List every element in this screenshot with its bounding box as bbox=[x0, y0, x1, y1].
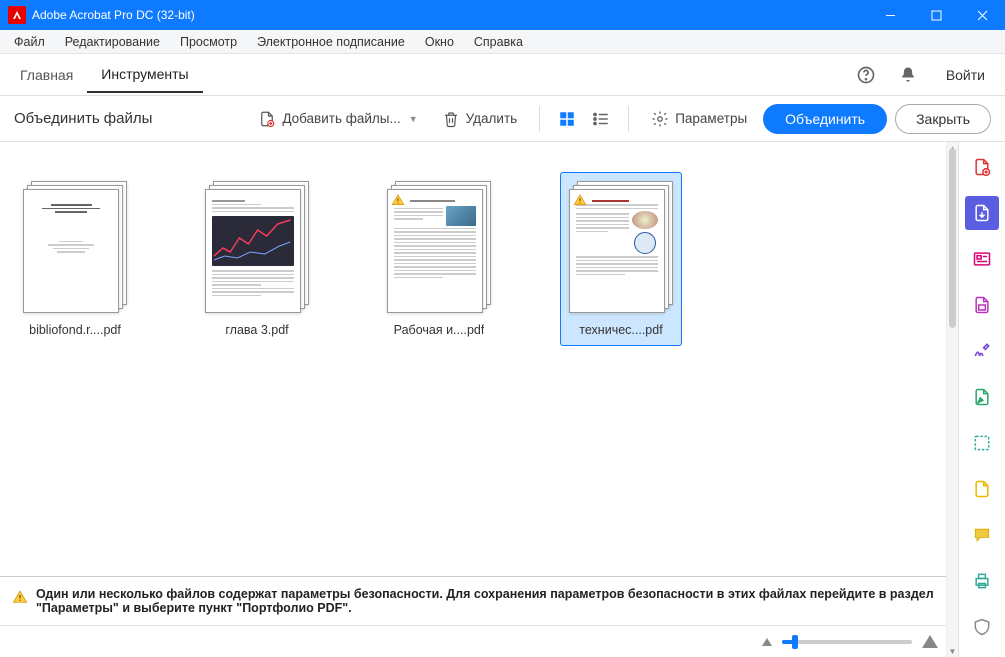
options-label: Параметры bbox=[675, 111, 747, 126]
edit-pdf-icon[interactable] bbox=[965, 242, 999, 276]
add-files-button[interactable]: Добавить файлы... ▼ bbox=[250, 105, 425, 133]
add-files-label: Добавить файлы... bbox=[282, 111, 400, 126]
thumbnail-small-icon[interactable] bbox=[762, 638, 772, 646]
tabs-row: Главная Инструменты Войти bbox=[0, 54, 1005, 96]
file-card[interactable]: Рабочая и....pdf bbox=[378, 172, 500, 346]
scroll-down-icon[interactable]: ▼ bbox=[947, 645, 958, 657]
window-title: Adobe Acrobat Pro DC (32-bit) bbox=[32, 8, 195, 22]
menu-file[interactable]: Файл bbox=[4, 32, 55, 52]
comment-icon[interactable] bbox=[965, 518, 999, 552]
signin-button[interactable]: Войти bbox=[936, 63, 995, 87]
scrollbar-thumb[interactable] bbox=[949, 148, 956, 328]
close-button[interactable] bbox=[959, 0, 1005, 30]
combine-button[interactable]: Объединить bbox=[763, 104, 887, 134]
options-button[interactable]: Параметры bbox=[643, 105, 755, 133]
separator bbox=[628, 106, 629, 132]
delete-label: Удалить bbox=[466, 111, 518, 126]
tab-tools[interactable]: Инструменты bbox=[87, 56, 202, 93]
warning-icon bbox=[12, 589, 28, 608]
print-icon[interactable] bbox=[965, 564, 999, 598]
file-card[interactable]: техничес....pdf bbox=[560, 172, 682, 346]
stamp-icon[interactable] bbox=[965, 472, 999, 506]
app-logo bbox=[8, 6, 26, 24]
file-thumbnail bbox=[205, 181, 309, 313]
menu-help[interactable]: Справка bbox=[464, 32, 533, 52]
close-panel-button[interactable]: Закрыть bbox=[895, 104, 991, 134]
titlebar: Adobe Acrobat Pro DC (32-bit) bbox=[0, 0, 1005, 30]
maximize-button[interactable] bbox=[913, 0, 959, 30]
chevron-down-icon: ▼ bbox=[409, 114, 418, 124]
menu-window[interactable]: Окно bbox=[415, 32, 464, 52]
grid-view-button[interactable] bbox=[554, 106, 580, 132]
warning-banner: Один или несколько файлов содержат парам… bbox=[0, 576, 958, 625]
help-icon[interactable] bbox=[852, 61, 880, 89]
menu-edit[interactable]: Редактирование bbox=[55, 32, 170, 52]
thumbnail-size-slider[interactable] bbox=[782, 640, 912, 644]
file-thumbnail bbox=[387, 181, 491, 313]
menubar: Файл Редактирование Просмотр Электронное… bbox=[0, 30, 1005, 54]
thumbnail-large-icon[interactable] bbox=[922, 635, 938, 648]
file-card[interactable]: bibliofond.r....pdf bbox=[14, 172, 136, 346]
files-area: bibliofond.r....pdf bbox=[0, 142, 959, 657]
page-title: Объединить файлы bbox=[14, 110, 152, 127]
export-pdf-icon[interactable] bbox=[965, 196, 999, 230]
warning-icon bbox=[573, 193, 587, 207]
main-area: bibliofond.r....pdf bbox=[0, 142, 1005, 657]
redact-icon[interactable] bbox=[965, 380, 999, 414]
protect-icon[interactable] bbox=[965, 426, 999, 460]
file-name: техничес....pdf bbox=[579, 323, 662, 337]
vertical-scrollbar[interactable]: ▲ ▼ bbox=[946, 142, 958, 657]
shield-icon[interactable] bbox=[965, 610, 999, 644]
file-name: глава 3.pdf bbox=[225, 323, 288, 337]
right-rail bbox=[959, 142, 1005, 657]
toolbar: Объединить файлы Добавить файлы... ▼ Уда… bbox=[0, 96, 1005, 142]
warning-icon bbox=[391, 193, 405, 207]
delete-button[interactable]: Удалить bbox=[434, 105, 526, 133]
file-card[interactable]: глава 3.pdf bbox=[196, 172, 318, 346]
create-pdf-icon[interactable] bbox=[965, 150, 999, 184]
files-grid[interactable]: bibliofond.r....pdf bbox=[0, 142, 958, 576]
minimize-button[interactable] bbox=[867, 0, 913, 30]
sign-icon[interactable] bbox=[965, 334, 999, 368]
warning-text: Один или несколько файлов содержат парам… bbox=[36, 587, 946, 615]
tab-home[interactable]: Главная bbox=[6, 57, 87, 92]
bell-icon[interactable] bbox=[894, 61, 922, 89]
zoom-footer bbox=[0, 625, 958, 657]
separator bbox=[539, 106, 540, 132]
file-name: bibliofond.r....pdf bbox=[29, 323, 121, 337]
menu-view[interactable]: Просмотр bbox=[170, 32, 247, 52]
organize-icon[interactable] bbox=[965, 288, 999, 322]
menu-esign[interactable]: Электронное подписание bbox=[247, 32, 415, 52]
file-thumbnail bbox=[23, 181, 127, 313]
file-name: Рабочая и....pdf bbox=[394, 323, 485, 337]
file-thumbnail bbox=[569, 181, 673, 313]
list-view-button[interactable] bbox=[588, 106, 614, 132]
